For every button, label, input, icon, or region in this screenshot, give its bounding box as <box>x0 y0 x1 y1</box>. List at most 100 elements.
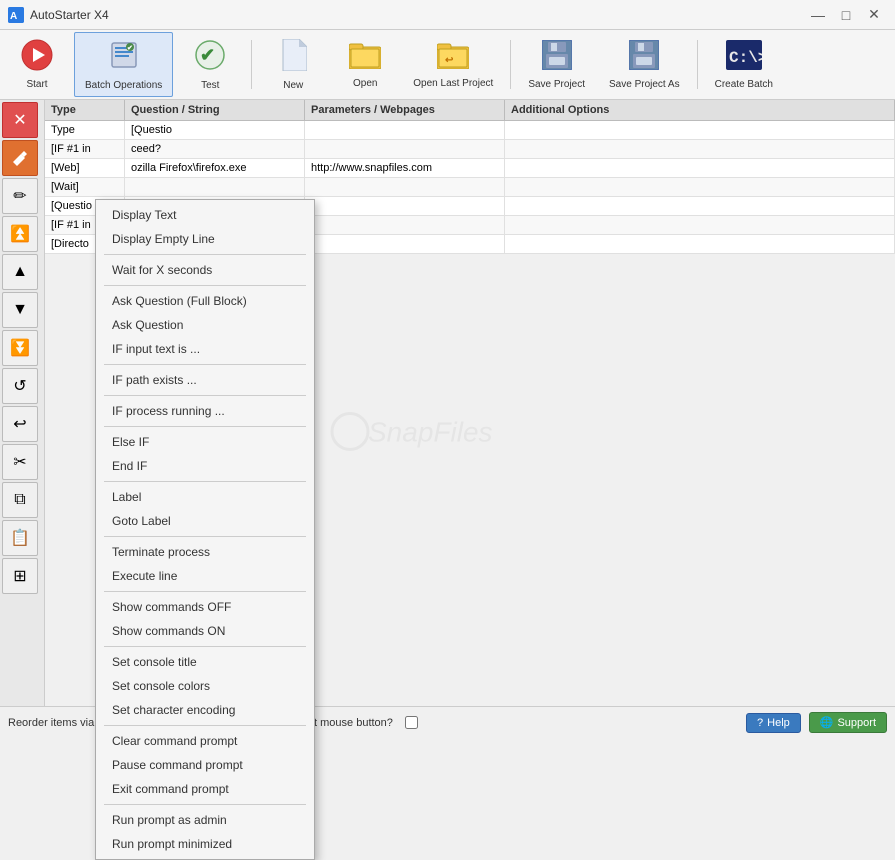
refresh-button[interactable]: ↺ <box>2 368 38 404</box>
titlebar-left: A AutoStarter X4 <box>8 7 109 23</box>
cell-question: [Questio <box>125 121 305 139</box>
dropdown-menu: Display TextDisplay Empty Line Wait for X… <box>95 199 315 860</box>
menu-item-else-if[interactable]: Else IF <box>96 430 314 454</box>
cell-options <box>505 216 895 234</box>
start-button[interactable]: Start <box>2 32 72 97</box>
delete-button[interactable]: ✕ <box>2 102 38 138</box>
menu-item-display-empty-line[interactable]: Display Empty Line <box>96 227 314 251</box>
menu-item-set-console-colors[interactable]: Set console colors <box>96 674 314 698</box>
edit-button[interactable] <box>2 140 38 176</box>
menu-item-run-prompt-minimized[interactable]: Run prompt minimized <box>96 832 314 856</box>
delete-checkbox[interactable] <box>405 716 418 729</box>
menu-item-if-process-running-[interactable]: IF process running ... <box>96 399 314 423</box>
divider-2 <box>510 40 511 89</box>
minimize-button[interactable]: — <box>805 5 831 25</box>
svg-text:✔: ✔ <box>200 45 215 65</box>
move-top-button[interactable]: ⏫ <box>2 216 38 252</box>
menu-item-clear-command-prompt[interactable]: Clear command prompt <box>96 729 314 753</box>
menu-separator <box>104 646 306 647</box>
support-icon: 🌐 <box>820 716 834 729</box>
menu-item-show-commands-off[interactable]: Show commands OFF <box>96 595 314 619</box>
back-button[interactable]: ↩ <box>2 406 38 442</box>
svg-text:✔: ✔ <box>127 45 133 52</box>
menu-item-if-input-text-is-[interactable]: IF input text is ... <box>96 337 314 361</box>
grid-button[interactable]: ⊞ <box>2 558 38 594</box>
menu-item-goto-label[interactable]: Goto Label <box>96 509 314 533</box>
cell-options <box>505 140 895 158</box>
copy-button[interactable]: ⧉ <box>2 482 38 518</box>
open-last-icon: ↩ <box>437 41 469 74</box>
menu-item-set-console-title[interactable]: Set console title <box>96 650 314 674</box>
new-label: New <box>283 80 303 91</box>
open-icon <box>349 41 381 74</box>
menu-item-wait-for-x-seconds[interactable]: Wait for X seconds <box>96 258 314 282</box>
open-last-button[interactable]: ↩ Open Last Project <box>402 32 504 97</box>
batch-operations-label: Batch Operations <box>85 80 162 91</box>
main-content: ✕ ✏ ⏫ ▲ ▼ ⏬ ↺ ↩ ✂ ⧉ 📋 ⊞ Type Question / … <box>0 100 895 706</box>
cell-options <box>505 178 895 196</box>
menu-item-label[interactable]: Label <box>96 485 314 509</box>
open-button[interactable]: Open <box>330 32 400 97</box>
table-row[interactable]: [IF #1 in ceed? <box>45 140 895 159</box>
cell-options <box>505 197 895 215</box>
batch-operations-icon: ✔ <box>108 39 140 76</box>
menu-item-exit-command-prompt[interactable]: Exit command prompt <box>96 777 314 801</box>
menu-item-ask-question[interactable]: Ask Question <box>96 313 314 337</box>
move-bottom-button[interactable]: ⏬ <box>2 330 38 366</box>
pencil-button[interactable]: ✏ <box>2 178 38 214</box>
close-button[interactable]: ✕ <box>861 5 887 25</box>
support-label: Support <box>837 717 876 729</box>
move-down-button[interactable]: ▼ <box>2 292 38 328</box>
test-icon: ✔ <box>194 39 226 76</box>
save-button[interactable]: Save Project <box>517 32 596 97</box>
start-icon <box>21 39 53 75</box>
menu-item-end-if[interactable]: End IF <box>96 454 314 478</box>
paste-button[interactable]: 📋 <box>2 520 38 556</box>
menu-item-pause-command-prompt[interactable]: Pause command prompt <box>96 753 314 777</box>
cell-params <box>305 216 505 234</box>
menu-item-ask-question-full-block[interactable]: Ask Question (Full Block) <box>96 289 314 313</box>
table-row[interactable]: [Web] ozilla Firefox\firefox.exe http://… <box>45 159 895 178</box>
create-batch-icon: C:\> <box>726 40 762 75</box>
svg-text:↩: ↩ <box>445 55 454 66</box>
create-batch-button[interactable]: C:\> Create Batch <box>704 32 784 97</box>
menu-item-set-character-encoding[interactable]: Set character encoding <box>96 698 314 722</box>
app-icon: A <box>8 7 24 23</box>
cell-type: [Wait] <box>45 178 125 196</box>
cell-options <box>505 235 895 253</box>
cell-type: Type <box>45 121 125 139</box>
table-row[interactable]: Type [Questio <box>45 121 895 140</box>
cell-question: ozilla Firefox\firefox.exe <box>125 159 305 177</box>
menu-separator <box>104 395 306 396</box>
menu-item-run-prompt-as-admin[interactable]: Run prompt as admin <box>96 808 314 832</box>
cell-options <box>505 121 895 139</box>
menu-item-display-text[interactable]: Display Text <box>96 203 314 227</box>
support-button[interactable]: 🌐 Support <box>809 712 887 733</box>
window-controls: — □ ✕ <box>805 5 887 25</box>
test-label: Test <box>201 80 219 91</box>
menu-item-show-commands-on[interactable]: Show commands ON <box>96 619 314 643</box>
table-row[interactable]: [Wait] <box>45 178 895 197</box>
move-up-button[interactable]: ▲ <box>2 254 38 290</box>
titlebar: A AutoStarter X4 — □ ✕ <box>0 0 895 30</box>
cell-params <box>305 140 505 158</box>
menu-item-execute-line[interactable]: Execute line <box>96 564 314 588</box>
menu-separator <box>104 364 306 365</box>
header-type: Type <box>45 100 125 120</box>
batch-operations-button[interactable]: ✔ Batch Operations <box>74 32 173 97</box>
help-label: Help <box>767 717 790 729</box>
open-label: Open <box>353 78 377 89</box>
new-button[interactable]: New <box>258 32 328 97</box>
start-label: Start <box>26 79 47 90</box>
table-header: Type Question / String Parameters / Webp… <box>45 100 895 121</box>
test-button[interactable]: ✔ Test <box>175 32 245 97</box>
cell-params <box>305 178 505 196</box>
cut-button[interactable]: ✂ <box>2 444 38 480</box>
save-as-button[interactable]: Save Project As <box>598 32 691 97</box>
menu-item-if-path-exists-[interactable]: IF path exists ... <box>96 368 314 392</box>
cell-question <box>125 178 305 196</box>
menu-item-terminate-process[interactable]: Terminate process <box>96 540 314 564</box>
help-button[interactable]: ? Help <box>746 713 801 733</box>
maximize-button[interactable]: □ <box>833 5 859 25</box>
save-as-label: Save Project As <box>609 79 680 90</box>
